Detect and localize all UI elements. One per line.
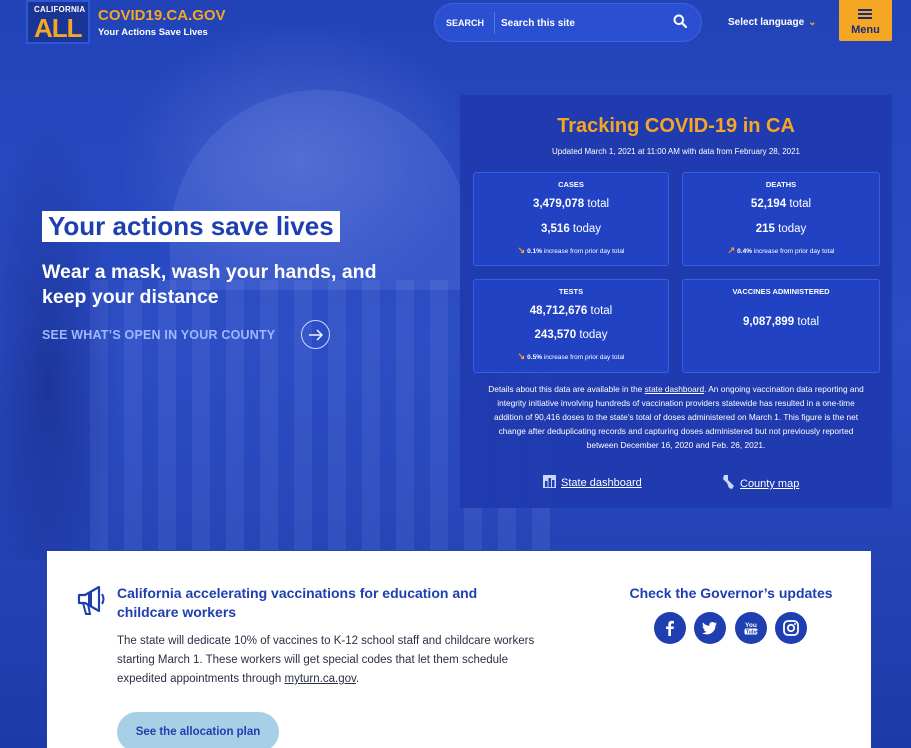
vaccines-total: 9,087,899 total: [742, 316, 820, 328]
tests-change: ↘ 0.5% increase from prior day total: [517, 351, 625, 361]
hamburger-icon: [858, 9, 872, 21]
site-header: CALIFORNIA ALL COVID19.CA.GOV Your Actio…: [0, 0, 911, 48]
deaths-heading: DEATHS: [765, 180, 797, 189]
trend-up-icon: ↗: [727, 245, 736, 255]
allocation-plan-button[interactable]: See the allocation plan: [117, 712, 279, 748]
logo-big-text: ALL: [34, 13, 83, 43]
tracking-note: Details about this data are available in…: [488, 384, 864, 450]
search-divider: [494, 12, 495, 34]
youtube-icon[interactable]: You Tube: [735, 612, 767, 644]
search-icon[interactable]: [673, 14, 691, 32]
news-title: California accelerating vaccinations for…: [117, 585, 478, 620]
news-card: California accelerating vaccinations for…: [47, 551, 871, 748]
search-bar: SEARCH: [434, 3, 702, 42]
hero-subtitle: Wear a mask, wash your hands, and keep y…: [42, 261, 377, 308]
svg-text:Tube: Tube: [746, 629, 758, 635]
tracking-panel: Tracking COVID-19 in CA Updated March 1,…: [460, 95, 892, 508]
news-body: The state will dedicate 10% of vaccines …: [117, 635, 535, 685]
facebook-icon[interactable]: [654, 612, 686, 644]
deaths-card: DEATHS 52,194 total 215 today ↗ 0.4% incr…: [682, 172, 880, 266]
cases-heading: CASES: [558, 180, 584, 189]
tracking-title: Tracking COVID-19 in CA: [557, 115, 795, 137]
instagram-icon[interactable]: [775, 612, 807, 644]
megaphone-icon: [75, 583, 107, 617]
deaths-total: 52,194 total: [750, 198, 812, 210]
site-title[interactable]: COVID19.CA.GOV: [98, 7, 226, 24]
tests-total: 48,712,676 total: [529, 305, 613, 317]
trend-down-icon: ↘: [517, 351, 526, 361]
search-input[interactable]: [501, 12, 661, 34]
deaths-today: 215 today: [755, 223, 807, 235]
deaths-change: ↗ 0.4% increase from prior day total: [727, 245, 835, 255]
menu-button[interactable]: Menu: [839, 0, 892, 41]
language-label: Select language: [728, 17, 805, 28]
county-open-link[interactable]: SEE WHAT’S OPEN IN YOUR COUNTY: [42, 328, 275, 342]
bar-chart-icon: [543, 475, 556, 491]
myturn-link[interactable]: myturn.ca.gov: [285, 673, 356, 685]
arrow-right-icon[interactable]: [301, 320, 330, 349]
svg-text:You: You: [745, 622, 757, 629]
search-label: SEARCH: [446, 18, 485, 28]
vaccines-heading: VACCINES ADMINISTERED: [732, 287, 830, 296]
state-dashboard-inline-link[interactable]: state dashboard: [645, 384, 705, 394]
trend-down-icon: ↘: [517, 245, 526, 255]
tests-heading: TESTS: [558, 287, 584, 296]
twitter-icon[interactable]: [694, 612, 726, 644]
site-subtitle: Your Actions Save Lives: [98, 27, 208, 38]
tracking-updated: Updated March 1, 2021 at 11:00 AM with d…: [552, 147, 800, 156]
chevron-down-icon: ⌄: [808, 17, 817, 28]
menu-label: Menu: [851, 24, 880, 36]
governor-updates-heading: Check the Governor’s updates: [629, 585, 833, 601]
california-all-logo[interactable]: CALIFORNIA ALL: [26, 0, 90, 44]
hero-title: Your actions save lives: [42, 211, 340, 242]
tests-today: 243,570 today: [534, 329, 608, 341]
vaccines-card: VACCINES ADMINISTERED 9,087,899 total: [682, 279, 880, 373]
county-map-link[interactable]: County map: [722, 475, 799, 492]
cases-today: 3,516 today: [540, 223, 602, 235]
cases-change: ↘ 0.1% increase from prior day total: [517, 245, 625, 255]
state-dashboard-link[interactable]: State dashboard: [543, 475, 642, 491]
tests-card: TESTS 48,712,676 total 243,570 today ↘ 0.…: [473, 279, 669, 373]
cases-total: 3,479,078 total: [532, 198, 610, 210]
cases-card: CASES 3,479,078 total 3,516 today ↘ 0.1% …: [473, 172, 669, 266]
language-selector[interactable]: Select language ⌄: [728, 17, 817, 28]
map-icon: [722, 475, 735, 492]
